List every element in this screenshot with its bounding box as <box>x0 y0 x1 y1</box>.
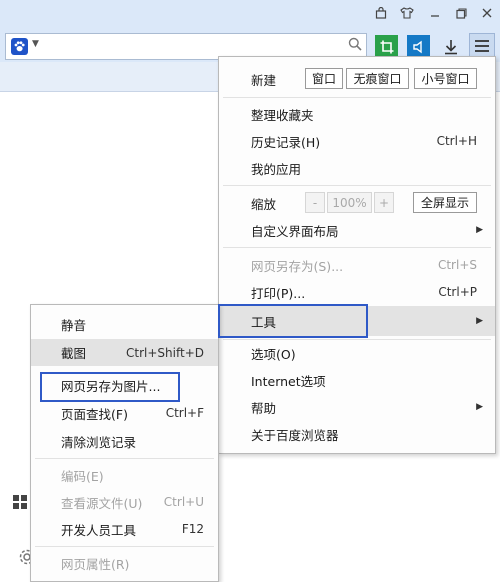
bag-icon[interactable] <box>370 3 392 23</box>
menu-item-customize[interactable]: 自定义界面布局 ▶ <box>219 217 495 243</box>
menu-separator <box>35 458 214 459</box>
menu-item-label: 选项(O) <box>251 346 296 362</box>
shortcut-label: Ctrl+F <box>165 406 204 420</box>
menu-item-label: 帮助 <box>251 400 277 416</box>
shortcut-label: F12 <box>181 522 204 536</box>
search-icon[interactable] <box>348 37 362 55</box>
menu-item-label: 我的应用 <box>251 161 302 177</box>
menu-row-zoom: 缩放 - 100% + 全屏显示 <box>219 190 495 216</box>
menu-item-label: 清除浏览记录 <box>61 434 137 450</box>
submenu-item-screenshot[interactable]: 截图 Ctrl+Shift+D <box>31 339 218 366</box>
tools-submenu: 静音 截图 Ctrl+Shift+D 网页另存为图片... 页面查找(F) Ct… <box>30 304 219 582</box>
menu-item-label: 页面查找(F) <box>61 406 128 422</box>
small-window-button[interactable]: 小号窗口 <box>414 68 477 89</box>
menu-item-label: 编码(E) <box>61 468 104 484</box>
menu-item-label: 查看源文件(U) <box>61 495 143 511</box>
shortcut-label: Ctrl+H <box>436 134 477 148</box>
tools-highlight-outline <box>218 304 368 338</box>
shortcut-label: Ctrl+P <box>438 285 477 299</box>
menu-item-label: 静音 <box>61 317 87 333</box>
shortcut-label: Ctrl+U <box>163 495 204 509</box>
menu-item-label: 整理收藏夹 <box>251 107 314 123</box>
menu-item-internet-options[interactable]: Internet选项 <box>219 367 495 393</box>
submenu-item-clear-history[interactable]: 清除浏览记录 <box>31 428 218 454</box>
volume-icon[interactable] <box>407 35 430 58</box>
menu-item-label: Internet选项 <box>251 373 326 389</box>
menu-row-new: 新建 窗口 无痕窗口 小号窗口 <box>219 65 495 93</box>
menu-separator <box>223 97 491 98</box>
menu-item-my-apps[interactable]: 我的应用 <box>219 155 495 181</box>
submenu-item-find[interactable]: 页面查找(F) Ctrl+F <box>31 400 218 426</box>
submenu-item-mute[interactable]: 静音 <box>31 311 218 337</box>
apps-grid-icon[interactable] <box>12 494 32 514</box>
menu-item-about[interactable]: 关于百度浏览器 <box>219 421 495 447</box>
save-as-image-highlight-outline <box>40 372 180 402</box>
fullscreen-button[interactable]: 全屏显示 <box>413 192 477 213</box>
download-icon[interactable] <box>439 35 462 58</box>
zoom-level: 100% <box>327 192 372 213</box>
new-window-button[interactable]: 窗口 <box>305 68 343 89</box>
submenu-item-page-properties[interactable]: 网页属性(R) <box>31 550 218 576</box>
menu-separator <box>223 185 491 186</box>
minimize-icon[interactable] <box>424 3 446 23</box>
menu-item-label: 网页另存为(S)... <box>251 258 344 274</box>
menu-item-save-as[interactable]: 网页另存为(S)... Ctrl+S <box>219 252 495 278</box>
submenu-item-view-source[interactable]: 查看源文件(U) Ctrl+U <box>31 489 218 515</box>
zoom-in-button[interactable]: + <box>374 192 394 213</box>
incognito-window-button[interactable]: 无痕窗口 <box>346 68 409 89</box>
menu-item-label: 网页属性(R) <box>61 556 130 572</box>
menu-separator <box>35 546 214 547</box>
shortcut-label: Ctrl+Shift+D <box>126 345 204 360</box>
submenu-arrow-icon: ▶ <box>476 225 483 235</box>
hamburger-icon <box>475 40 489 52</box>
menu-item-label: 自定义界面布局 <box>251 223 339 239</box>
close-icon[interactable] <box>476 3 498 23</box>
crop-icon[interactable] <box>375 35 398 58</box>
shortcut-label: Ctrl+S <box>437 258 477 272</box>
menu-item-label: 开发人员工具 <box>61 522 137 538</box>
menu-item-print[interactable]: 打印(P)... Ctrl+P <box>219 279 495 305</box>
menu-item-label: 打印(P)... <box>251 285 306 301</box>
menu-separator <box>223 247 491 248</box>
menu-item-options[interactable]: 选项(O) <box>219 340 495 366</box>
chevron-down-icon[interactable]: ▼ <box>32 39 39 49</box>
title-bar <box>0 0 500 30</box>
menu-item-help[interactable]: 帮助 ▶ <box>219 394 495 420</box>
zoom-out-button[interactable]: - <box>305 192 325 213</box>
menu-item-bookmarks[interactable]: 整理收藏夹 <box>219 101 495 127</box>
submenu-arrow-icon: ▶ <box>476 402 483 412</box>
submenu-item-dev-tools[interactable]: 开发人员工具 F12 <box>31 516 218 542</box>
shirt-icon[interactable] <box>396 3 418 23</box>
menu-item-label: 截图 <box>61 346 87 361</box>
submenu-arrow-icon: ▶ <box>476 316 483 326</box>
baidu-paw-icon[interactable] <box>11 38 28 55</box>
maximize-icon[interactable] <box>450 3 472 23</box>
menu-item-label: 历史记录(H) <box>251 134 321 150</box>
main-menu: 新建 窗口 无痕窗口 小号窗口 整理收藏夹 历史记录(H) Ctrl+H 我的应… <box>218 56 496 454</box>
zoom-label: 缩放 <box>251 196 277 212</box>
menu-item-label: 关于百度浏览器 <box>251 427 339 443</box>
menu-item-history[interactable]: 历史记录(H) Ctrl+H <box>219 128 495 154</box>
new-label: 新建 <box>251 72 277 88</box>
submenu-item-encoding[interactable]: 编码(E) <box>31 462 218 488</box>
